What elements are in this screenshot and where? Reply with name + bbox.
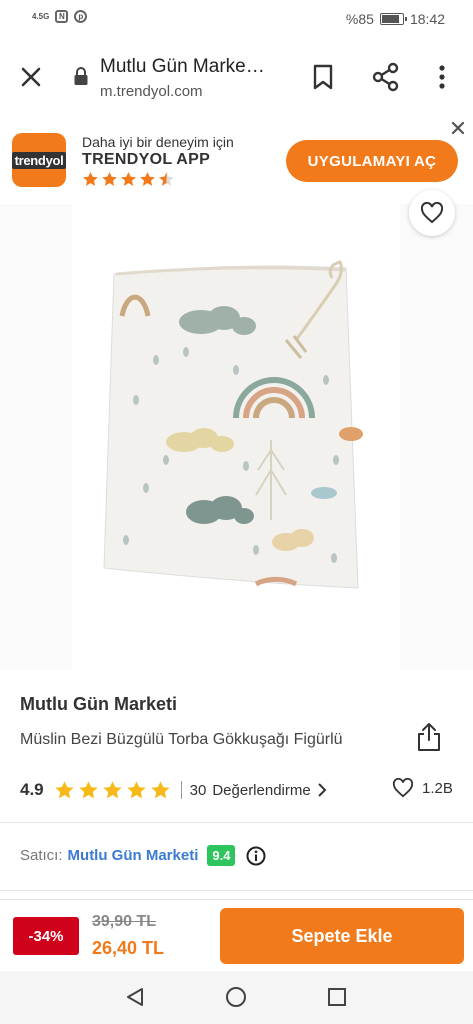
share-product-icon[interactable] <box>416 722 442 752</box>
favorite-count[interactable]: 1.2B <box>392 778 453 798</box>
info-icon[interactable] <box>246 846 266 866</box>
page-url[interactable]: m.trendyol.com <box>100 83 203 100</box>
app-banner-subtitle: Daha iyi bir deneyim için <box>82 134 234 150</box>
rating-value: 4.9 <box>20 780 44 799</box>
trendyol-logo-text: trendyol <box>11 151 67 169</box>
star-icon <box>140 172 155 186</box>
purchase-bar: -34% 39,90 TL 26,40 TL Sepete Ekle <box>0 899 473 971</box>
rating-divider <box>180 781 182 799</box>
star-icon <box>151 780 170 798</box>
rating-stars <box>54 780 171 801</box>
back-icon[interactable] <box>124 986 146 1008</box>
divider <box>0 822 473 823</box>
lock-icon <box>74 67 88 85</box>
review-count: 30 <box>189 781 207 799</box>
status-right: %85 18:42 <box>346 11 445 27</box>
star-icon <box>102 172 117 186</box>
seller-score-badge: 9.4 <box>207 845 236 866</box>
shop-name[interactable]: Mutlu Gün Marketi <box>20 694 177 715</box>
chevron-right-icon <box>318 783 327 797</box>
star-icon <box>127 780 146 798</box>
heart-icon <box>420 202 444 224</box>
browser-toolbar: Mutlu Gün Marke… m.trendyol.com <box>0 38 473 116</box>
network-indicator: 4.5G <box>32 11 50 21</box>
favorite-count-value: 1.2B <box>422 779 453 797</box>
app-rating-stars <box>82 171 175 188</box>
current-price: 26,40 TL <box>92 938 165 958</box>
battery-icon <box>379 13 407 25</box>
star-icon <box>103 780 122 798</box>
product-image-bag <box>103 260 363 589</box>
seller-label: Satıcı: <box>20 847 63 864</box>
close-icon[interactable] <box>18 64 44 90</box>
status-left: 4.5G N p <box>32 10 88 23</box>
seller-name-link[interactable]: Mutlu Gün Marketi <box>68 847 199 864</box>
system-navigation-bar <box>0 971 473 1024</box>
trendyol-logo: trendyol <box>11 133 67 187</box>
app-banner-title: TRENDYOL APP <box>82 151 211 168</box>
clock: 18:42 <box>409 11 445 27</box>
share-icon[interactable] <box>372 62 400 92</box>
add-to-cart-button[interactable]: Sepete Ekle <box>220 908 464 964</box>
nfc-icon: N <box>55 10 69 23</box>
open-app-button[interactable]: UYGULAMAYI AÇ <box>286 140 458 182</box>
star-icon <box>121 172 136 186</box>
star-icon <box>83 172 98 186</box>
home-icon[interactable] <box>225 986 247 1008</box>
heart-icon <box>392 778 414 798</box>
more-options-icon[interactable] <box>436 64 448 90</box>
seller-row: Satıcı: Mutlu Gün Marketi 9.4 <box>20 845 266 866</box>
pinterest-icon: p <box>74 10 88 23</box>
status-bar: 4.5G N p %85 18:42 <box>0 0 473 38</box>
product-name: Müslin Bezi Büzgülü Torba Gökkuşağı Figü… <box>20 731 343 748</box>
page-title[interactable]: Mutlu Gün Marke… <box>100 56 265 78</box>
close-banner-icon[interactable] <box>451 121 465 135</box>
app-install-banner: trendyol Daha iyi bir deneyim için TREND… <box>0 116 473 204</box>
product-image-gallery[interactable] <box>0 190 473 670</box>
battery-percent: %85 <box>345 11 374 27</box>
bookmark-icon[interactable] <box>311 63 335 91</box>
recent-apps-icon[interactable] <box>327 987 347 1007</box>
review-label: Değerlendirme <box>212 781 311 799</box>
star-icon <box>55 780 74 798</box>
star-icon <box>79 780 98 798</box>
divider <box>0 890 473 891</box>
star-icon <box>159 172 174 186</box>
old-price: 39,90 TL <box>92 913 157 930</box>
discount-badge: -34% <box>13 917 79 955</box>
favorite-button[interactable] <box>409 190 455 236</box>
